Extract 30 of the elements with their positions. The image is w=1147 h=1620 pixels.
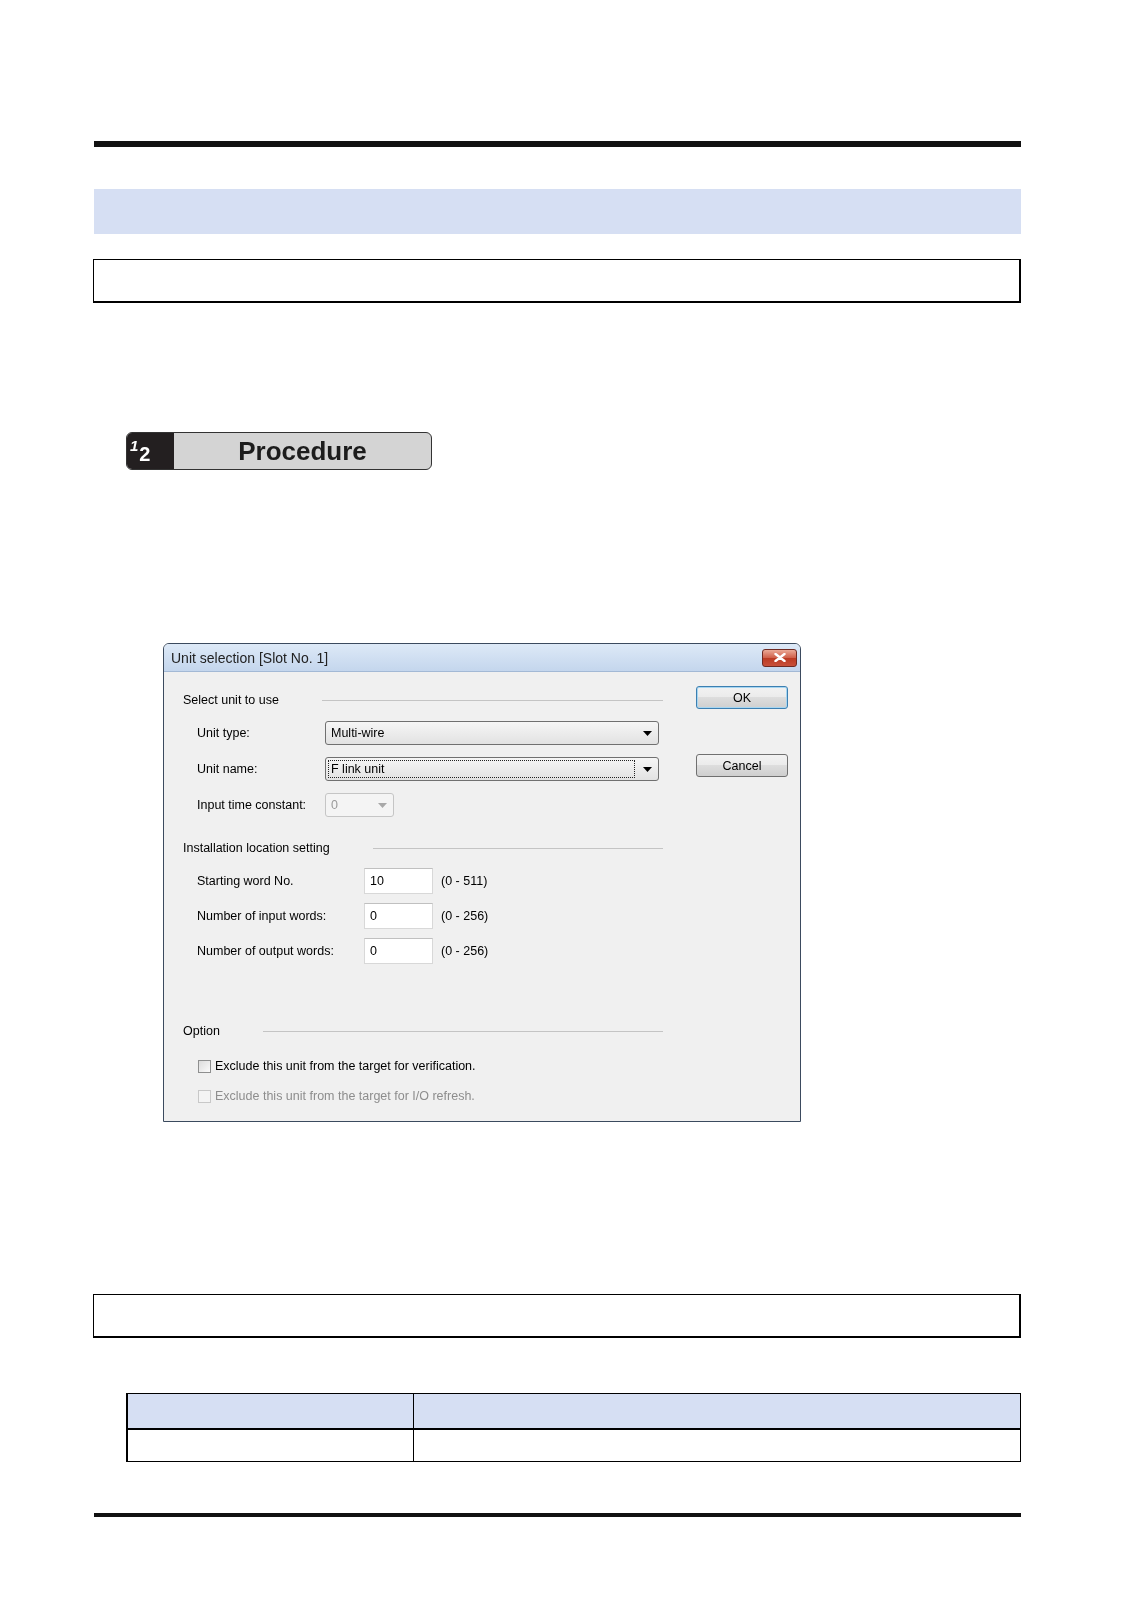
field-label: Unit name:: [197, 762, 259, 776]
number-field[interactable]: 0: [364, 903, 433, 929]
range-hint: (0 - 511): [441, 874, 488, 888]
number-field[interactable]: 10: [364, 868, 433, 894]
dropdown-field[interactable]: F link unit: [325, 757, 659, 781]
window-title: Unit selection [Slot No. 1]: [171, 649, 330, 666]
range-hint: (0 - 256): [441, 944, 489, 958]
dropdown-arrow-icon: [643, 766, 652, 772]
field-label: Number of input words:: [197, 909, 328, 923]
dialog-button[interactable]: OK: [696, 686, 788, 709]
section-heading: Option: [183, 1024, 220, 1038]
range-hint: (0 - 256): [441, 909, 489, 923]
section-heading: Select unit to use: [183, 693, 279, 707]
checkbox-label[interactable]: Exclude this unit from the target for verification.: [215, 1059, 476, 1073]
dropdown-field[interactable]: Multi-wire: [325, 721, 659, 745]
section-heading: Installation location setting: [183, 841, 330, 855]
procedure-title: Procedure: [238, 435, 367, 467]
field-label: Number of output words:: [197, 944, 335, 958]
checkbox[interactable]: [198, 1059, 211, 1073]
step-digit: 1: [130, 437, 139, 456]
step-digit: 2: [139, 441, 151, 464]
dialog-button[interactable]: Cancel: [696, 754, 788, 777]
field-label: Unit type:: [197, 726, 251, 740]
field-label: Starting word No.: [197, 874, 295, 888]
dropdown-arrow-icon: [643, 730, 652, 736]
dropdown-arrow-icon: [378, 802, 387, 808]
number-field[interactable]: 0: [364, 938, 433, 964]
close-icon: [773, 653, 786, 662]
close-button[interactable]: [762, 648, 797, 667]
field-label: Input time constant:: [197, 798, 308, 812]
